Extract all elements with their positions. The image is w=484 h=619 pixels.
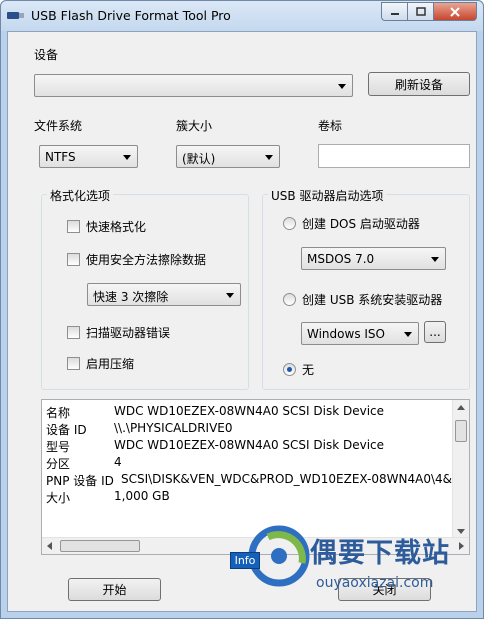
quick-format-label: 快速格式化 [86,220,147,234]
info-row: 大小 1,000 GB [46,489,452,506]
scan-errors-checkbox[interactable]: 扫描驱动器错误 [67,324,170,341]
erase-mode-select[interactable]: 快速 3 次擦除 [87,283,241,306]
cluster-size-select[interactable]: (默认) [176,145,280,168]
usb-install-label: 创建 USB 系统安装驱动器 [302,293,443,307]
iso-select-value: Windows ISO [307,327,385,341]
erase-mode-select-value: 快速 3 次擦除 [93,290,169,304]
cluster-size-label: 簇大小 [176,119,213,133]
vertical-scroll-thumb[interactable] [455,420,467,442]
usb-install-radio[interactable]: 创建 USB 系统安装驱动器 [283,291,442,308]
info-value: 4 [114,455,122,469]
info-value: 1,000 GB [114,489,170,503]
scroll-left-icon[interactable] [47,542,52,550]
maximize-button[interactable] [407,2,433,21]
info-key: 型号 [46,440,71,454]
info-row: 设备 ID \\.\PHYSICALDRIVE0 [46,421,452,438]
info-key: 大小 [46,491,71,505]
boot-options-title: USB 驱动器启动选项 [268,187,387,204]
minimize-button[interactable] [381,2,407,21]
none-radio[interactable]: 无 [283,361,314,378]
site-watermark: 偶要下载站 ouyaoxiazai.com [240,523,480,615]
radio-icon [283,293,296,306]
info-value: WDC WD10EZEX-08WN4A0 SCSI Disk Device [114,404,385,418]
cluster-size-select-value: (默认) [182,152,216,166]
minimize-icon [390,12,399,15]
filesystem-label: 文件系统 [34,119,83,133]
chevron-down-icon [431,257,439,262]
format-options-title: 格式化选项 [47,187,114,204]
chevron-down-icon [265,155,273,160]
info-value: SCSI\DISK&VEN_WDC&PROD_WD10EZEX-08WN4A0\… [120,472,452,486]
info-value: \\.\PHYSICALDRIVE0 [114,421,233,435]
checkbox-icon [67,326,80,339]
compression-label: 启用压缩 [86,357,135,371]
device-label: 设备 [34,48,59,62]
device-info-list: 名称 WDC WD10EZEX-08WN4A0 SCSI Disk Device … [46,404,452,534]
vertical-scrollbar[interactable] [452,400,469,539]
checkbox-icon [67,357,80,370]
chevron-down-icon [226,293,234,298]
close-window-button[interactable] [433,2,477,21]
info-key: 设备 ID [46,423,87,437]
volume-label-input[interactable] [318,144,470,168]
dos-boot-label: 创建 DOS 启动驱动器 [302,217,420,231]
info-row: 分区 4 [46,455,452,472]
checkbox-icon [67,253,80,266]
horizontal-scroll-thumb[interactable] [60,540,140,552]
dos-boot-radio[interactable]: 创建 DOS 启动驱动器 [283,215,420,232]
filesystem-select-value: NTFS [45,150,76,164]
none-label: 无 [302,363,315,377]
compression-checkbox[interactable]: 启用压缩 [67,355,134,372]
close-icon [450,6,460,17]
info-row: PNP 设备 ID SCSI\DISK&VEN_WDC&PROD_WD10EZEX… [46,472,452,489]
usb-drive-icon [7,12,24,19]
chevron-down-icon [404,332,412,337]
iso-select[interactable]: Windows ISO [301,322,419,345]
window-title: USB Flash Drive Format Tool Pro [31,8,231,23]
radio-icon [283,217,296,230]
chevron-down-icon [123,155,131,160]
chevron-down-icon [338,84,346,89]
maximize-icon [415,7,426,16]
filesystem-select[interactable]: NTFS [39,145,138,168]
secure-erase-label: 使用安全方法擦除数据 [86,253,207,267]
checkbox-icon [67,220,80,233]
start-button[interactable]: 开始 [68,578,161,601]
watermark-url: ouyaoxiazai.com [316,575,434,591]
info-value: WDC WD10EZEX-08WN4A0 SCSI Disk Device [114,438,385,452]
secure-erase-checkbox[interactable]: 使用安全方法擦除数据 [67,251,206,268]
info-row: 名称 WDC WD10EZEX-08WN4A0 SCSI Disk Device [46,404,452,421]
info-badge: Info [230,552,260,569]
volume-label-label: 卷标 [318,119,343,133]
scan-errors-label: 扫描驱动器错误 [86,326,171,340]
info-key: 分区 [46,457,71,471]
browse-iso-button[interactable]: ... [424,321,446,343]
device-select[interactable] [34,74,353,97]
info-row: 型号 WDC WD10EZEX-08WN4A0 SCSI Disk Device [46,438,452,455]
dos-version-select[interactable]: MSDOS 7.0 [301,247,446,270]
title-bar[interactable]: USB Flash Drive Format Tool Pro [1,1,483,31]
watermark-text: 偶要下载站 [310,538,450,569]
scroll-up-icon[interactable] [457,405,465,410]
radio-selected-icon [283,363,296,376]
refresh-devices-button[interactable]: 刷新设备 [368,72,470,96]
quick-format-checkbox[interactable]: 快速格式化 [67,218,146,235]
info-key: PNP 设备 ID [46,474,114,488]
info-key: 名称 [46,406,71,420]
dos-version-select-value: MSDOS 7.0 [307,252,375,266]
